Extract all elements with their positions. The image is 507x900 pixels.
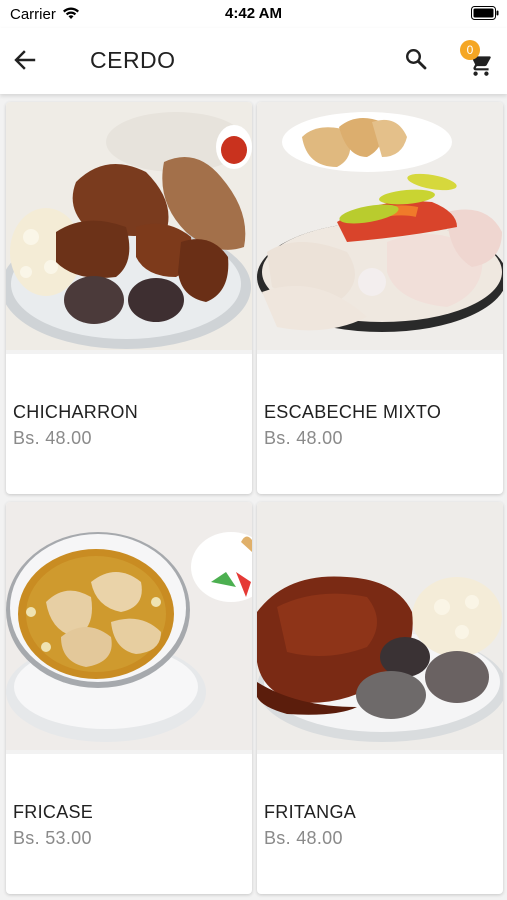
card-divider	[6, 350, 252, 354]
search-button[interactable]	[398, 43, 434, 79]
product-price: Bs. 48.00	[13, 428, 92, 448]
card-divider	[257, 750, 503, 754]
battery-icon	[471, 6, 499, 25]
status-bar: Carrier 4:42 AM	[0, 0, 507, 28]
product-card-fricase[interactable]: FRICASE Bs. 53.00	[6, 502, 252, 894]
product-card-fritanga[interactable]: FRITANGA Bs. 48.00	[257, 502, 503, 894]
app-bar: CERDO 0	[0, 28, 507, 94]
product-name: FRICASE	[13, 802, 94, 822]
product-image-chicharron	[6, 102, 252, 350]
page-title: CERDO	[90, 47, 176, 73]
product-name: ESCABECHE MIXTO	[264, 402, 442, 422]
clock: 4:42 AM	[225, 5, 282, 22]
product-name: FRITANGA	[264, 802, 357, 822]
product-card-chicharron[interactable]: CHICHARRON Bs. 48.00	[6, 102, 252, 494]
cart-count-badge: 0	[460, 40, 480, 60]
back-button[interactable]	[8, 45, 42, 79]
product-image-fricase	[6, 502, 252, 750]
app-screen: Carrier 4:42 AM CERDO 0 CHICHARRON Bs. 4…	[0, 0, 507, 900]
card-divider	[6, 750, 252, 754]
product-card-escabeche-mixto[interactable]: ESCABECHE MIXTO Bs. 48.00	[257, 102, 503, 494]
product-image-escabeche-mixto	[257, 102, 503, 350]
arrow-left-icon	[14, 49, 36, 75]
product-name: CHICHARRON	[13, 402, 139, 422]
search-icon	[405, 48, 427, 75]
cart-button[interactable]: 0	[460, 40, 500, 82]
product-price: Bs. 53.00	[13, 828, 92, 848]
product-image-fritanga	[257, 502, 503, 750]
product-price: Bs. 48.00	[264, 428, 343, 448]
product-price: Bs. 48.00	[264, 828, 343, 848]
card-divider	[257, 350, 503, 354]
